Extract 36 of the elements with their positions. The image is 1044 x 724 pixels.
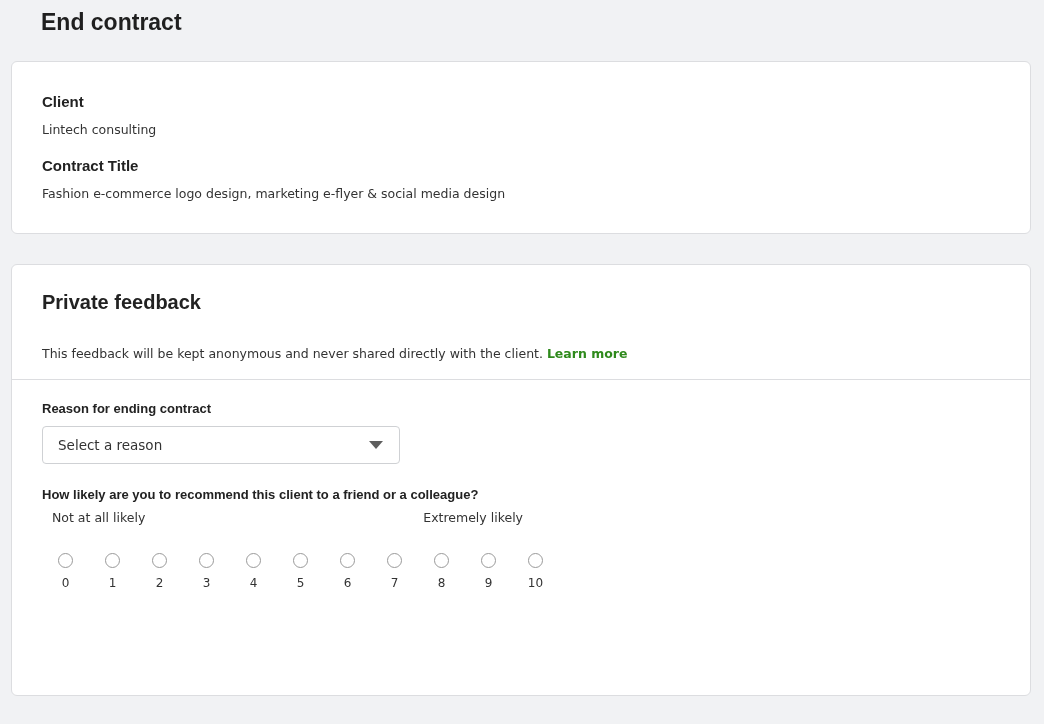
radio-button[interactable]	[293, 553, 308, 568]
field-label: Client	[42, 93, 85, 110]
radio-button[interactable]	[387, 553, 402, 568]
radio-button[interactable]	[528, 553, 543, 568]
scale-label: Extremely likely	[423, 510, 523, 525]
radio-button[interactable]	[105, 553, 120, 568]
reason-dropdown[interactable]: Select a reason	[42, 426, 400, 464]
caret-icon	[369, 441, 383, 449]
radio-label: 1	[108, 576, 117, 590]
field-label: Reason for ending contract	[42, 401, 213, 416]
question-label: How likely are you to recommend this client to a friend or a colleague?	[42, 487, 480, 502]
radio-label: 5	[296, 576, 305, 590]
radio-label: 7	[390, 576, 399, 590]
radio-label: 2	[155, 576, 164, 590]
radio-label: 0	[61, 576, 70, 590]
radio-label: 4	[249, 576, 258, 590]
radio-label: 8	[437, 576, 446, 590]
radio-label: 6	[343, 576, 352, 590]
scale-label: Not at all likely	[52, 510, 146, 525]
page-title: End contract	[40, 8, 183, 37]
field-value: Fashion e-commerce logo design, marketing e-flyer & social media design	[42, 186, 507, 201]
privacy-note: This feedback will be kept anonymous and never shared directly with the client. Learn more	[42, 346, 629, 361]
field-value: Lintech consulting	[42, 122, 158, 137]
radio-button[interactable]	[340, 553, 355, 568]
radio-label: 10	[527, 576, 544, 590]
radio-button[interactable]	[199, 553, 214, 568]
radio-label: 3	[202, 576, 211, 590]
radio-button[interactable]	[246, 553, 261, 568]
section-title: Private feedback	[42, 291, 202, 314]
learn-more-link[interactable]: Learn more	[546, 346, 628, 361]
radio-button[interactable]	[152, 553, 167, 568]
radio-button[interactable]	[434, 553, 449, 568]
radio-label: 9	[484, 576, 493, 590]
radio-button[interactable]	[58, 553, 73, 568]
radio-button[interactable]	[481, 553, 496, 568]
field-label: Contract Title	[42, 157, 140, 174]
